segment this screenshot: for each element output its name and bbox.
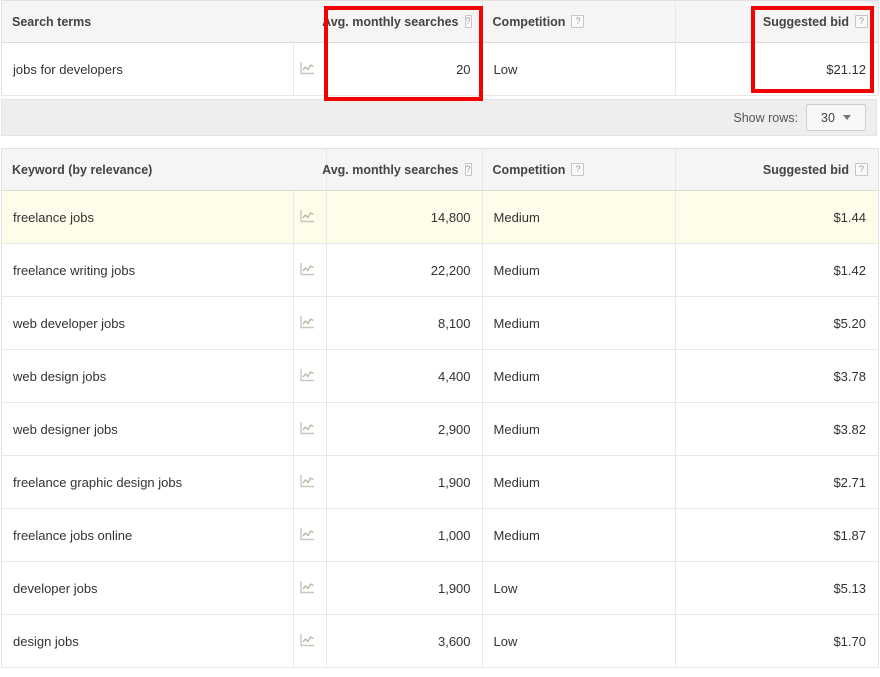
- table-row[interactable]: web developer jobs 8,100 Medium $5.20: [1, 296, 879, 350]
- chevron-down-icon: [842, 115, 851, 120]
- cell-competition: Medium: [482, 402, 676, 456]
- column-header-label: Search terms: [12, 14, 92, 29]
- column-header-suggested-bid[interactable]: Suggested bid ?: [675, 0, 879, 43]
- table-row[interactable]: freelance jobs online 1,000 Medium $1.87: [1, 508, 879, 562]
- table-header-row: Keyword (by relevance) Avg. monthly sear…: [1, 148, 879, 191]
- table-row[interactable]: jobs for developers 20 Low $21.12: [1, 42, 879, 96]
- help-icon[interactable]: ?: [855, 163, 868, 176]
- sparkline-chart-icon[interactable]: [293, 402, 328, 456]
- search-terms-table-header: Search terms Avg. monthly searches ? Com…: [1, 0, 879, 43]
- cell-suggested-bid: $1.87: [675, 508, 879, 562]
- cell-avg-monthly-searches: 20: [326, 42, 483, 96]
- cell-suggested-bid: $3.78: [675, 349, 879, 403]
- cell-keyword[interactable]: developer jobs: [1, 561, 295, 615]
- cell-suggested-bid: $1.44: [675, 190, 879, 244]
- show-rows-select[interactable]: 30: [806, 104, 866, 131]
- show-rows-value: 30: [821, 110, 835, 125]
- cell-keyword[interactable]: freelance jobs online: [1, 508, 295, 562]
- table-row[interactable]: web design jobs 4,400 Medium $3.78: [1, 349, 879, 403]
- cell-suggested-bid: $1.42: [675, 243, 879, 297]
- keyword-planner-results: Search terms Avg. monthly searches ? Com…: [0, 0, 880, 677]
- cell-suggested-bid: $5.20: [675, 296, 879, 350]
- cell-suggested-bid: $5.13: [675, 561, 879, 615]
- cell-competition: Low: [482, 561, 676, 615]
- sparkline-chart-icon[interactable]: [293, 42, 328, 96]
- table-row[interactable]: design jobs 3,600 Low $1.70: [1, 614, 879, 668]
- column-header-competition[interactable]: Competition ?: [482, 0, 676, 43]
- help-icon[interactable]: ?: [571, 15, 585, 28]
- cell-keyword[interactable]: web designer jobs: [1, 402, 295, 456]
- sparkline-chart-icon[interactable]: [293, 455, 328, 509]
- results-toolbar: Show rows: 30: [1, 99, 877, 136]
- cell-suggested-bid: $3.82: [675, 402, 879, 456]
- table-header-row: Search terms Avg. monthly searches ? Com…: [1, 0, 879, 43]
- column-header-label: Keyword (by relevance): [12, 162, 153, 177]
- sparkline-chart-icon[interactable]: [293, 190, 328, 244]
- table-row[interactable]: freelance jobs 14,800 Medium $1.44: [1, 190, 879, 244]
- column-header-competition[interactable]: Competition ?: [482, 148, 676, 191]
- keyword-ideas-table-header: Keyword (by relevance) Avg. monthly sear…: [1, 148, 879, 191]
- help-icon[interactable]: ?: [464, 163, 472, 176]
- column-header-search-terms[interactable]: Search terms: [1, 0, 294, 43]
- cell-avg-monthly-searches: 22,200: [326, 243, 483, 297]
- cell-competition: Medium: [482, 455, 676, 509]
- cell-avg-monthly-searches: 1,000: [326, 508, 483, 562]
- cell-competition: Low: [482, 42, 676, 96]
- cell-avg-monthly-searches: 3,600: [326, 614, 483, 668]
- cell-avg-monthly-searches: 1,900: [326, 455, 483, 509]
- sparkline-chart-icon[interactable]: [293, 243, 328, 297]
- sparkline-chart-icon[interactable]: [293, 349, 328, 403]
- cell-avg-monthly-searches: 2,900: [326, 402, 483, 456]
- cell-competition: Medium: [482, 349, 676, 403]
- keyword-ideas-table: Keyword (by relevance) Avg. monthly sear…: [1, 148, 879, 668]
- table-gap: [0, 136, 880, 148]
- table-row[interactable]: freelance graphic design jobs 1,900 Medium…: [1, 455, 879, 509]
- cell-keyword[interactable]: jobs for developers: [1, 42, 295, 96]
- cell-avg-monthly-searches: 1,900: [326, 561, 483, 615]
- cell-competition: Medium: [482, 508, 676, 562]
- sparkline-chart-icon[interactable]: [293, 561, 328, 615]
- column-header-label: Avg. monthly searches: [322, 162, 459, 177]
- cell-competition: Low: [482, 614, 676, 668]
- column-header-avg-monthly-searches[interactable]: Avg. monthly searches ?: [322, 148, 483, 191]
- cell-competition: Medium: [482, 243, 676, 297]
- cell-suggested-bid: $1.70: [675, 614, 879, 668]
- column-header-avg-monthly-searches[interactable]: Avg. monthly searches ?: [322, 0, 483, 43]
- column-header-label: Suggested bid: [762, 162, 849, 177]
- keyword-ideas-table-body: freelance jobs 14,800 Medium $1.44 freelance…: [1, 190, 879, 668]
- sparkline-chart-icon[interactable]: [293, 508, 328, 562]
- search-terms-table-body: jobs for developers 20 Low $21.12: [1, 42, 879, 96]
- column-header-label: Competition: [492, 14, 566, 29]
- table-row[interactable]: freelance writing jobs 22,200 Medium $1.42: [1, 243, 879, 297]
- search-terms-table: Search terms Avg. monthly searches ? Com…: [1, 0, 879, 96]
- cell-competition: Medium: [482, 296, 676, 350]
- column-header-label: Avg. monthly searches: [322, 14, 459, 29]
- table-row[interactable]: developer jobs 1,900 Low $5.13: [1, 561, 879, 615]
- column-header-label: Competition: [492, 162, 566, 177]
- help-icon[interactable]: ?: [464, 15, 472, 28]
- cell-keyword[interactable]: freelance writing jobs: [1, 243, 295, 297]
- column-header-label: Suggested bid: [762, 14, 849, 29]
- cell-keyword[interactable]: design jobs: [1, 614, 295, 668]
- cell-avg-monthly-searches: 8,100: [326, 296, 483, 350]
- sparkline-chart-icon[interactable]: [293, 296, 328, 350]
- show-rows-label: Show rows:: [733, 110, 798, 125]
- cell-competition: Medium: [482, 190, 676, 244]
- table-row[interactable]: web designer jobs 2,900 Medium $3.82: [1, 402, 879, 456]
- sparkline-chart-icon[interactable]: [293, 614, 328, 668]
- column-header-keyword-by-relevance[interactable]: Keyword (by relevance): [1, 148, 294, 191]
- cell-keyword[interactable]: web developer jobs: [1, 296, 295, 350]
- cell-keyword[interactable]: freelance graphic design jobs: [1, 455, 295, 509]
- cell-avg-monthly-searches: 14,800: [326, 190, 483, 244]
- cell-suggested-bid: $21.12: [675, 42, 879, 96]
- help-icon[interactable]: ?: [855, 15, 868, 28]
- cell-keyword[interactable]: web design jobs: [1, 349, 295, 403]
- cell-suggested-bid: $2.71: [675, 455, 879, 509]
- cell-keyword[interactable]: freelance jobs: [1, 190, 295, 244]
- cell-avg-monthly-searches: 4,400: [326, 349, 483, 403]
- help-icon[interactable]: ?: [571, 163, 585, 176]
- column-header-suggested-bid[interactable]: Suggested bid ?: [675, 148, 879, 191]
